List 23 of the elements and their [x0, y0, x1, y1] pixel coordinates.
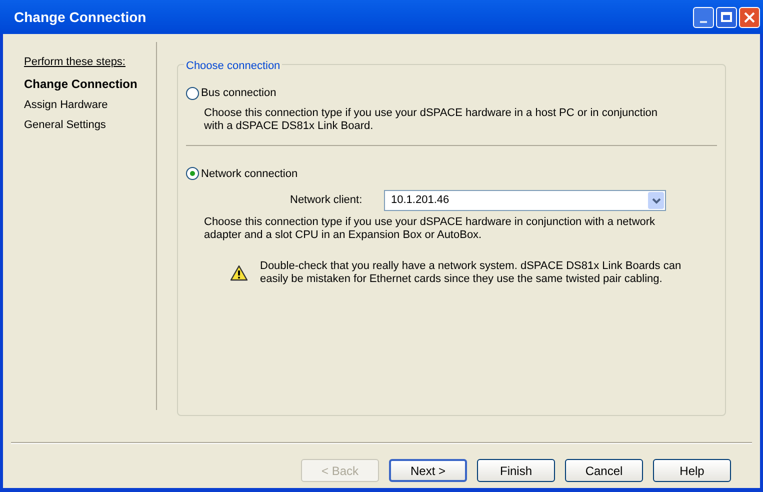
- steps-heading: Perform these steps:: [24, 55, 126, 70]
- maximize-button[interactable]: [716, 6, 737, 28]
- option-description: Choose this connection type if you use your dSPACE hardware in conjunction with a network adapter and a slot CPU in an Expansion Box or AutoBox.: [204, 216, 656, 242]
- wizard-button[interactable]: Finish: [477, 459, 555, 482]
- option-label: Bus connection: [201, 86, 276, 101]
- option-label: Network connection: [201, 166, 298, 182]
- wizard-button[interactable]: Help: [653, 459, 731, 482]
- window-title: Change Connection: [14, 8, 148, 27]
- step-item[interactable]: Change Connection: [24, 74, 156, 92]
- step-item[interactable]: Assign Hardware: [24, 96, 156, 113]
- field-label: Network client:: [290, 193, 364, 208]
- close-button[interactable]: [739, 6, 760, 28]
- wizard-button[interactable]: Next >: [389, 459, 467, 482]
- warning-icon: [230, 265, 248, 281]
- step-item[interactable]: General Settings: [24, 117, 156, 134]
- option-description: Choose this connection type if you use your dSPACE hardware in a host PC or in conjunction with a dSPACE DS81x Link Board.: [204, 106, 658, 132]
- radio-button[interactable]: [186, 167, 199, 180]
- network-client-dropdown[interactable]: 10.1.201.46: [384, 190, 666, 211]
- warning-text: Double-check that you really have a network system. dSPACE DS81x Link Boards can easily be mistaken for Ethernet cards since they use the same twisted pair cabling.: [260, 260, 682, 286]
- close-icon: [744, 12, 755, 22]
- wizard-button[interactable]: Cancel: [565, 459, 643, 482]
- radio-button[interactable]: [186, 86, 199, 100]
- minimize-button[interactable]: [693, 6, 714, 28]
